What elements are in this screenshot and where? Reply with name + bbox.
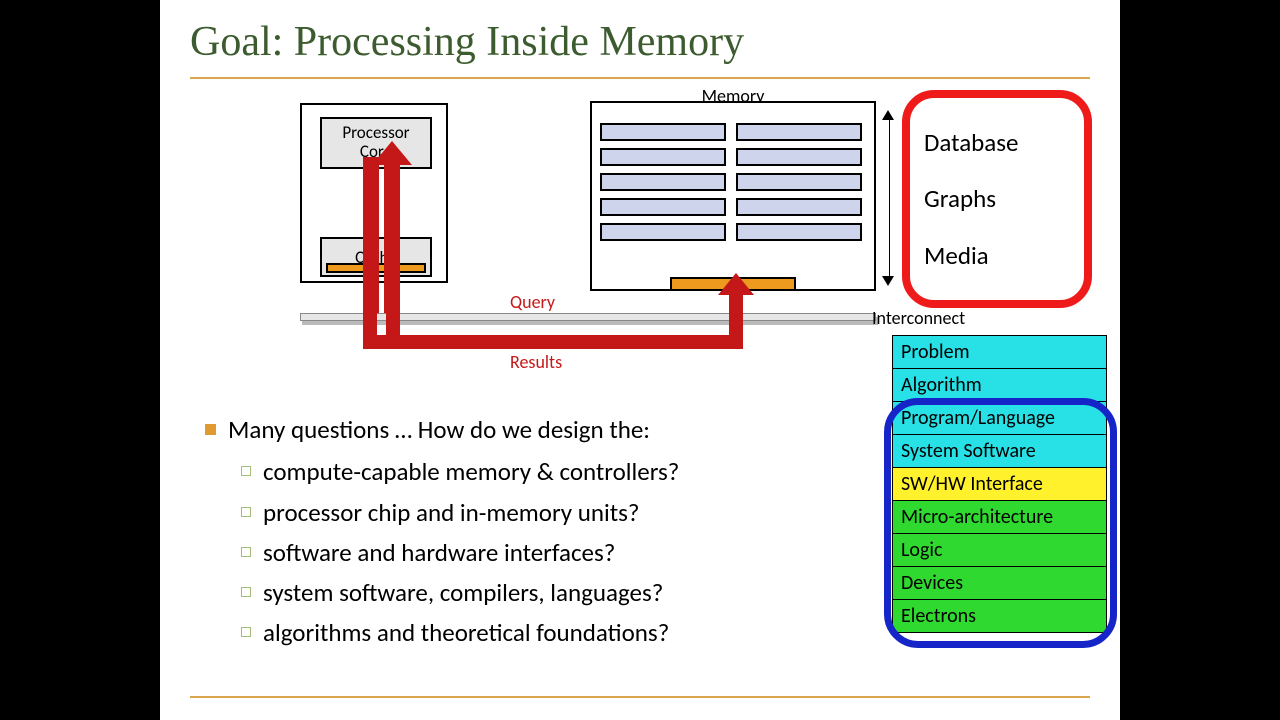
memory-cell (736, 148, 862, 166)
applications-box: Database Graphs Media (902, 90, 1092, 308)
memory-bank-right (736, 123, 862, 241)
arrow-up-icon (372, 141, 412, 165)
stack-row: SW/HW Interface (893, 468, 1106, 501)
abstraction-stack: ProblemAlgorithmProgram/LanguageSystem S… (892, 335, 1107, 633)
stack-row: Algorithm (893, 369, 1106, 402)
memory-cell (600, 148, 726, 166)
app-database: Database (924, 127, 1070, 158)
bullet-lead: Many questions … How do we design the: (205, 412, 845, 448)
bullet-text: system software, compilers, languages? (263, 575, 663, 611)
bullet-icon (241, 587, 251, 597)
memory-cell (600, 123, 726, 141)
arrow-segment (363, 335, 743, 349)
bullet-icon (241, 547, 251, 557)
results-label: Results (510, 351, 562, 373)
memory-cell (736, 223, 862, 241)
arrow-segment (363, 157, 379, 313)
bullet-list: Many questions … How do we design the: c… (205, 412, 845, 656)
bullet-item: compute-capable memory & controllers? (241, 454, 845, 490)
bullet-icon (241, 627, 251, 637)
stack-row: Problem (893, 336, 1106, 369)
arrow-up-icon (718, 273, 754, 295)
bullet-text: processor chip and in-memory units? (263, 495, 640, 531)
bullet-text: compute-capable memory & controllers? (263, 454, 679, 490)
stack-row: Logic (893, 534, 1106, 567)
bullet-item: processor chip and in-memory units? (241, 495, 845, 531)
stack-row: Program/Language (893, 402, 1106, 435)
arrow-segment (729, 291, 743, 349)
arrow-segment (384, 157, 400, 313)
bullet-icon (241, 507, 251, 517)
title-divider (190, 77, 1090, 79)
stack-row: Electrons (893, 600, 1106, 632)
memory-cell (600, 173, 726, 191)
memory-cell (736, 198, 862, 216)
memory-cell (600, 198, 726, 216)
bullet-icon (241, 466, 251, 476)
memory-cell (600, 223, 726, 241)
bullet-text: algorithms and theoretical foundations? (263, 615, 669, 651)
bullet-item: system software, compilers, languages? (241, 575, 845, 611)
memory-bank-left (600, 123, 726, 241)
app-range-arrow (886, 114, 892, 282)
stack-row: System Software (893, 435, 1106, 468)
app-graphs: Graphs (924, 183, 1070, 214)
bullet-text: Many questions … How do we design the: (228, 412, 650, 448)
interconnect-label: Interconnect (872, 307, 965, 329)
memory-cell (736, 123, 862, 141)
bullet-item: algorithms and theoretical foundations? (241, 615, 845, 651)
bullet-text: software and hardware interfaces? (263, 535, 615, 571)
stack-row: Micro-architecture (893, 501, 1106, 534)
slide: Goal: Processing Inside Memory Processor… (160, 0, 1120, 720)
slide-title: Goal: Processing Inside Memory (190, 18, 744, 66)
memory-cell (736, 173, 862, 191)
bullet-icon (205, 424, 216, 435)
bottom-divider (190, 696, 1090, 698)
query-label: Query (510, 291, 555, 313)
stack-row: Devices (893, 567, 1106, 600)
bullet-item: software and hardware interfaces? (241, 535, 845, 571)
app-media: Media (924, 240, 1070, 271)
